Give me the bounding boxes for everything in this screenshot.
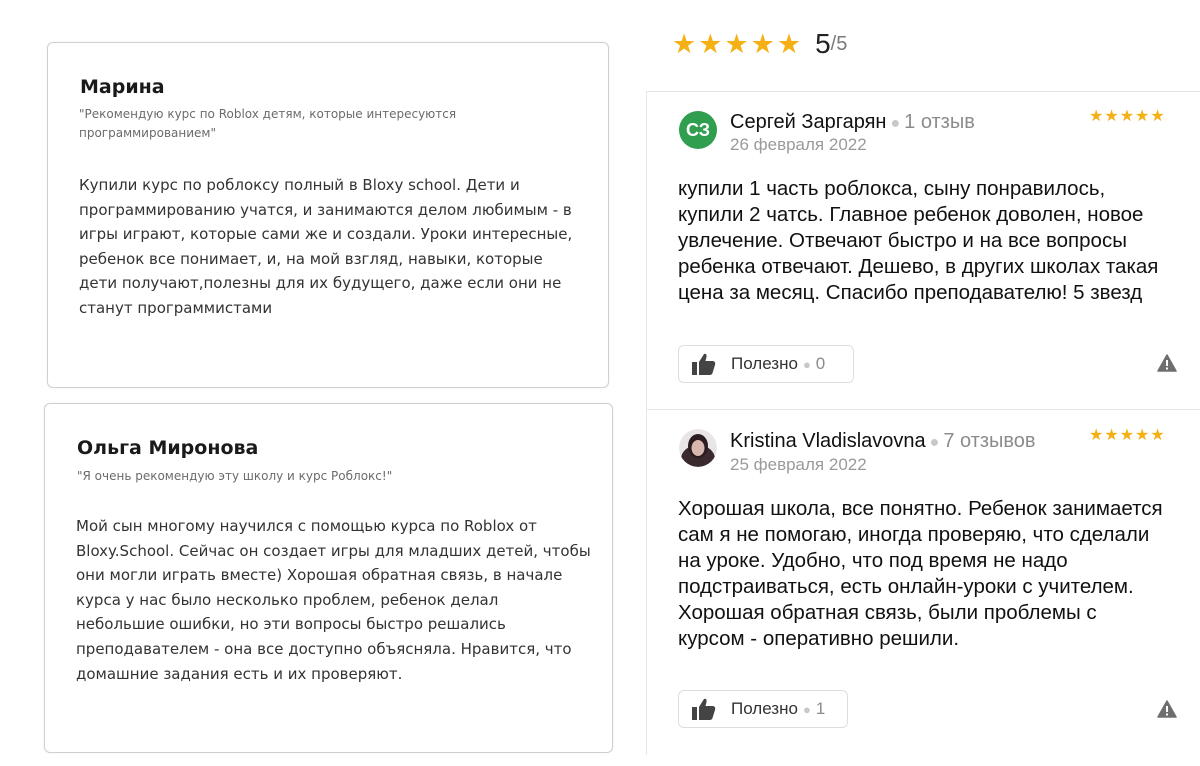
- star-icon: ★: [1104, 427, 1119, 444]
- reviewer-name[interactable]: Kristina Vladislavovna: [730, 430, 926, 452]
- reviewer-name: Марина: [80, 76, 165, 98]
- review-stars: ★ ★ ★ ★ ★: [1089, 428, 1165, 444]
- review-card-olga: Ольга Миронова "Я очень рекомендую эту ш…: [44, 403, 613, 753]
- thumbs-up-icon: [692, 698, 716, 720]
- star-icon: ★: [776, 28, 802, 59]
- star-icon: ★: [672, 28, 697, 59]
- overall-rating: ★ ★ ★ ★ ★ 5/5: [672, 26, 847, 62]
- divider: [646, 91, 1200, 92]
- reviewer-name-line: Kristina Vladislavovna ● 7 отзывов: [730, 430, 1036, 452]
- rating-out-of: /5: [830, 32, 848, 55]
- report-icon[interactable]: [1157, 700, 1177, 718]
- star-icon: ★: [1089, 427, 1104, 444]
- helpful-label: Полезно: [731, 699, 798, 718]
- helpful-count: 0: [815, 354, 826, 373]
- star-icon: ★: [1119, 427, 1135, 444]
- review-quote: "Рекомендую курс по Roblox детям, которы…: [79, 107, 457, 140]
- review-card-marina: Марина "Рекомендую курс по Roblox детям,…: [47, 42, 609, 388]
- overall-stars: ★ ★ ★ ★ ★: [672, 28, 802, 59]
- helpful-button[interactable]: Полезно ● 0: [678, 345, 854, 383]
- divider: [646, 410, 647, 755]
- helpful-label: Полезно: [731, 354, 798, 373]
- avatar[interactable]: [679, 429, 717, 467]
- star-icon: ★: [1135, 427, 1150, 444]
- review-text: Мой сын многому научился с помощью курса…: [76, 517, 591, 683]
- review-text: купили 1 часть роблокса, сыну понравилос…: [678, 177, 1159, 304]
- star-icon: ★: [1150, 108, 1165, 125]
- review-stars: ★ ★ ★ ★ ★: [1089, 109, 1165, 125]
- reviewer-name-line: Сергей Заргарян ● 1 отзыв: [730, 111, 975, 133]
- review-text: Купили курс по роблоксу полный в Bloxy s…: [79, 176, 573, 317]
- review-text: Хорошая школа, все понятно. Ребенок зани…: [678, 497, 1163, 650]
- review-date: 26 февраля 2022: [730, 135, 867, 154]
- star-icon: ★: [1089, 108, 1104, 125]
- report-icon[interactable]: [1157, 354, 1177, 372]
- star-icon: ★: [724, 28, 749, 59]
- star-icon: ★: [1150, 427, 1165, 444]
- review-date: 25 февраля 2022: [730, 455, 867, 474]
- reviewer-name: Ольга Миронова: [77, 437, 259, 459]
- avatar[interactable]: СЗ: [679, 111, 717, 149]
- review-count: 7 отзывов: [943, 430, 1036, 452]
- star-icon: ★: [1119, 108, 1135, 125]
- divider: [646, 409, 1200, 410]
- review-quote: "Я очень рекомендую эту школу и курс Роб…: [77, 469, 393, 483]
- review-count: 1 отзыв: [904, 111, 975, 133]
- helpful-count: 1: [815, 699, 826, 718]
- divider: [646, 92, 647, 410]
- star-icon: ★: [1104, 108, 1119, 125]
- rating-score: 5: [815, 28, 831, 59]
- thumbs-up-icon: [692, 353, 716, 375]
- star-icon: ★: [698, 28, 723, 59]
- reviewer-name[interactable]: Сергей Заргарян: [730, 111, 886, 133]
- star-icon: ★: [1135, 108, 1150, 125]
- star-icon: ★: [750, 28, 775, 59]
- helpful-button[interactable]: Полезно ● 1: [678, 690, 848, 728]
